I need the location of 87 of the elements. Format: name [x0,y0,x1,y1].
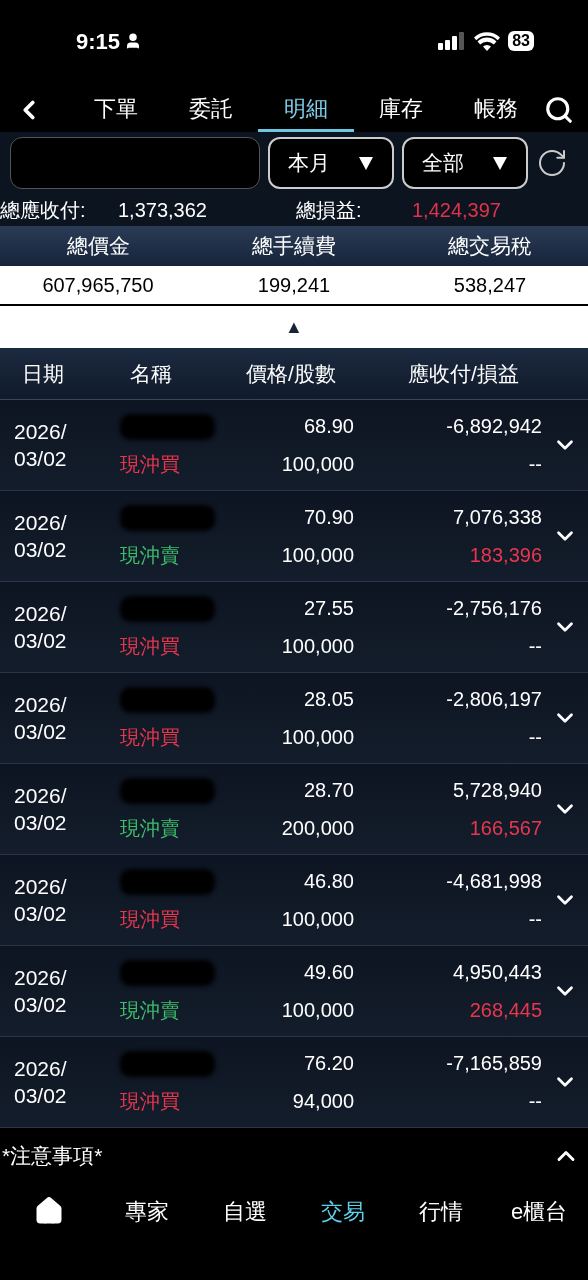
trade-profit: -- [528,452,542,477]
receivable-value: 1,373,362 [118,198,208,223]
trade-type: 現沖買 [120,1089,180,1113]
trade-type: 現沖買 [120,634,180,658]
dropdown-arrow-icon [492,155,508,171]
column-heading: 總交易稅 [447,233,533,260]
filter-dropdown[interactable]: 全部 [402,137,528,189]
refresh-icon [536,147,568,179]
trade-price: 68.90 [303,414,354,439]
trade-type: 現沖賣 [120,998,180,1022]
trade-date: 2026/ 03/02 [14,692,68,745]
dropdown-arrow-icon [358,155,374,171]
total-value: 538,247 [452,273,528,298]
trade-date: 2026/ 03/02 [14,1056,68,1109]
trade-price: 28.70 [303,778,354,803]
home-icon [34,1196,64,1226]
battery-indicator: 83 [508,31,534,51]
column-heading: 日期 [21,360,65,387]
column-heading: 總價金 [65,233,131,260]
trade-shares: 100,000 [281,998,354,1023]
nav-item[interactable]: e櫃台 [490,1187,588,1235]
search-button[interactable] [544,95,574,125]
trade-shares: 200,000 [281,816,354,841]
nav-item[interactable]: 專家 [98,1187,196,1235]
trade-amount: 5,728,940 [453,778,542,803]
trade-price: 76.20 [303,1051,354,1076]
trade-shares: 100,000 [281,452,354,477]
profit-value: 1,424,397 [412,198,501,223]
collapse-toggle[interactable]: ▲ [285,313,303,341]
trade-profit: -- [528,907,542,932]
wifi-icon [474,31,501,51]
tab[interactable]: 帳務 [448,88,544,132]
nav-item[interactable]: 自選 [196,1187,294,1235]
search-icon [544,95,574,125]
trade-date: 2026/ 03/02 [14,874,68,927]
trade-price: 70.90 [303,505,354,530]
trade-date: 2026/ 03/02 [14,783,68,836]
trade-amount: -6,892,942 [446,414,542,439]
nav-item[interactable]: 交易 [294,1187,392,1235]
signal-icon [438,32,467,50]
tab[interactable]: 庫存 [353,88,449,132]
column-heading: 價格/股數 [245,360,337,387]
trade-type: 現沖買 [120,725,180,749]
trade-price: 46.80 [303,869,354,894]
trade-date: 2026/ 03/02 [14,419,68,472]
column-heading: 總手續費 [251,233,337,260]
trade-price: 49.60 [303,960,354,985]
profit-label: 總損益: [296,198,363,223]
trade-profit: 166,567 [469,816,542,841]
trade-amount: -2,806,197 [446,687,542,712]
trade-shares: 100,000 [281,634,354,659]
trade-shares: 100,000 [281,725,354,750]
trade-amount: 7,076,338 [453,505,542,530]
trade-type: 現沖賣 [120,543,180,567]
account-field[interactable] [10,137,260,189]
trade-profit: -- [528,1089,542,1114]
trade-date: 2026/ 03/02 [14,510,68,563]
trade-price: 28.05 [303,687,354,712]
clock: 9:15 [76,27,121,56]
trade-profit: 268,445 [469,998,542,1023]
nav-item[interactable]: 行情 [392,1187,490,1235]
trade-shares: 100,000 [281,907,354,932]
trade-type: 現沖賣 [120,816,180,840]
trade-amount: -7,165,859 [446,1051,542,1076]
tab[interactable]: 委託 [163,88,259,132]
trade-profit: 183,396 [469,543,542,568]
refresh-button[interactable] [536,147,568,179]
receivable-label: 總應收付: [0,198,87,223]
total-value: 607,965,750 [41,273,155,298]
trade-profit: -- [528,634,542,659]
trade-price: 27.55 [303,596,354,621]
trade-amount: 4,950,443 [453,960,542,985]
trade-date: 2026/ 03/02 [14,601,68,654]
trade-shares: 94,000 [292,1089,354,1114]
trade-type: 現沖買 [120,907,180,931]
total-value: 199,241 [256,273,332,298]
trade-profit: -- [528,725,542,750]
column-heading: 應收付/損益 [407,360,519,387]
trade-type: 現沖買 [120,452,180,476]
trade-amount: -2,756,176 [446,596,542,621]
column-heading: 名稱 [129,360,173,387]
filter-dropdown[interactable]: 本月 [268,137,394,189]
notice-link[interactable]: *注意事項* [2,1140,103,1172]
trade-shares: 100,000 [281,543,354,568]
trade-date: 2026/ 03/02 [14,965,68,1018]
tab[interactable]: 下單 [68,88,164,132]
trade-amount: -4,681,998 [446,869,542,894]
